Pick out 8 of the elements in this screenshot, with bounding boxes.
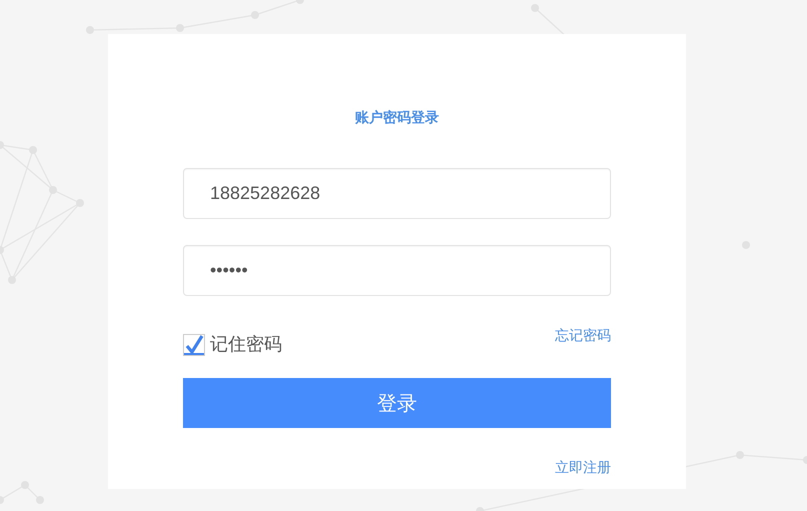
phone-field[interactable]: 18825282628 (183, 168, 611, 219)
forgot-password-link[interactable]: 忘记密码 (555, 326, 611, 356)
remember-label: 记住密码 (210, 333, 282, 356)
register-link[interactable]: 立即注册 (555, 458, 611, 476)
password-field[interactable]: •••••• (183, 245, 611, 296)
login-button[interactable]: 登录 (183, 378, 611, 428)
card-title: 账户密码登录 (355, 108, 439, 126)
remember-checkbox[interactable] (183, 334, 205, 356)
